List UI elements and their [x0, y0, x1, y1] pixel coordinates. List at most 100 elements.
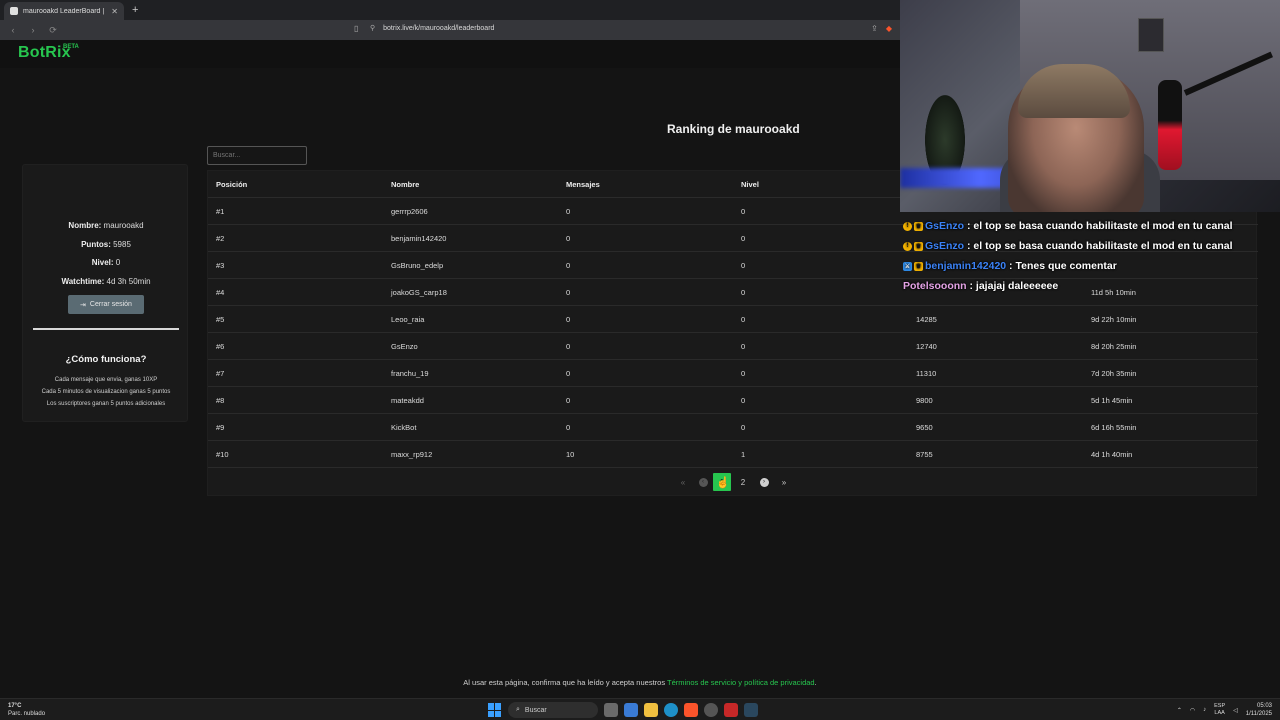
how-line: Cada mensaje que envia, ganas 10XP [54, 377, 158, 383]
webcam-overlay [900, 0, 1280, 212]
column-header-level[interactable]: Nivel [741, 180, 759, 189]
row-level: 0 [741, 396, 746, 405]
beta-badge: BETA [63, 44, 79, 50]
moderator-badge-icon: ⚔ [903, 261, 912, 271]
table-row: #10 maxx_rp912 10 1 8755 4d 1h 40min [208, 441, 1258, 468]
table-row: #6 GsEnzo 0 0 12740 8d 20h 25min [208, 333, 1258, 360]
weather-widget[interactable]: 17°C Parc. nublado [8, 702, 45, 718]
column-header-name[interactable]: Nombre [391, 180, 419, 189]
prev-page-button[interactable]: ‹ [694, 473, 712, 491]
column-header-position[interactable]: Posición [216, 180, 247, 189]
row-messages: 0 [566, 396, 571, 405]
row-name: maxx_rp912 [391, 450, 433, 459]
settings-icon[interactable] [704, 703, 718, 717]
row-position: #7 [216, 369, 225, 378]
next-page-button[interactable]: › [755, 473, 773, 491]
speaker-icon[interactable]: ◁ [1233, 707, 1238, 714]
chat-text: : jajajaj daleeeeee [966, 280, 1059, 292]
chat-username: Potelsooonn [903, 280, 967, 292]
warning-badge-icon: ! [903, 241, 912, 251]
row-position: #1 [216, 207, 225, 216]
chat-message: Potelsooonn : jajajaj daleeeeee [903, 276, 1280, 296]
first-page-button[interactable]: « [674, 473, 692, 491]
system-tray: ⌃ ◠ ♪ ESP LAA ◁ 05:03 1/11/2025 [1177, 702, 1272, 718]
forward-icon[interactable]: › [28, 25, 38, 35]
taskbar-apps: ⌕ Buscar [488, 701, 758, 719]
column-header-messages[interactable]: Mensajes [566, 180, 600, 189]
table-row: #8 mateakdd 0 0 9800 5d 1h 45min [208, 387, 1258, 414]
chat-username: GsEnzo [925, 220, 965, 232]
row-position: #8 [216, 396, 225, 405]
logout-button[interactable]: ⇥ Cerrar sesión [68, 295, 144, 314]
steam-icon[interactable] [744, 703, 758, 717]
row-points: 9650 [916, 423, 933, 432]
footer: Al usar esta página, confirma que ha leí… [0, 678, 1280, 687]
chat-message: ! ♛ GsEnzo : el top se basa cuando habilit… [903, 216, 1280, 236]
row-name: GsEnzo [391, 342, 418, 351]
next-icon: › [759, 477, 769, 487]
row-level: 0 [741, 342, 746, 351]
row-messages: 0 [566, 315, 571, 324]
brave-icon[interactable] [684, 703, 698, 717]
row-position: #5 [216, 315, 225, 324]
brave-shield-icon[interactable]: ◆ [886, 24, 892, 33]
search-input[interactable] [207, 146, 307, 165]
weather-desc: Parc. nublado [8, 711, 46, 717]
taskbar-search[interactable]: ⌕ Buscar [508, 702, 598, 718]
row-messages: 0 [566, 288, 571, 297]
divider [33, 328, 179, 330]
table-row: #9 KickBot 0 0 9650 6d 16h 55min [208, 414, 1258, 441]
close-tab-icon[interactable]: ✕ [111, 7, 118, 16]
row-level: 0 [741, 261, 746, 270]
app-icon[interactable] [724, 703, 738, 717]
row-position: #2 [216, 234, 225, 243]
row-name: Leoo_raia [391, 315, 425, 324]
page-2-button[interactable]: 2 [734, 473, 752, 491]
profile-name-value: maurooakd [103, 221, 144, 230]
file-explorer-icon[interactable] [644, 703, 658, 717]
row-name: GsBruno_edelp [391, 261, 444, 270]
row-messages: 10 [566, 450, 575, 459]
share-icon[interactable]: ⇪ [871, 24, 878, 33]
row-name: mateakdd [391, 396, 424, 405]
clock[interactable]: 05:03 1/11/2025 [1246, 702, 1272, 718]
how-line: Cada 5 minutos de visualizacion ganas 5 … [41, 389, 171, 395]
tab-title: maurooakd LeaderBoard | The b [23, 7, 106, 15]
profile-watchtime: Watchtime: 4d 3h 50min [23, 277, 189, 286]
language-indicator[interactable]: ESP LAA [1214, 703, 1225, 717]
clock-time: 05:03 [1256, 703, 1272, 709]
site-info-icon[interactable]: ⚲ [370, 24, 375, 32]
row-level: 0 [741, 315, 746, 324]
row-position: #6 [216, 342, 225, 351]
row-points: 12740 [916, 342, 937, 351]
wifi-icon[interactable]: ◠ [1190, 707, 1195, 714]
row-watchtime: 5d 1h 45min [1091, 396, 1133, 405]
last-page-button[interactable]: » [775, 473, 793, 491]
row-messages: 0 [566, 207, 571, 216]
address-bar[interactable]: ⚲ botrix.live/k/maurooakd/leaderboard [370, 24, 494, 33]
chat-text: : Tenes que comentar [1006, 260, 1117, 272]
reload-icon[interactable]: ⟳ [48, 25, 58, 36]
browser-actions: ⇪ ◆ [871, 24, 892, 33]
volume-icon[interactable]: ♪ [1203, 707, 1206, 713]
new-tab-button[interactable]: + [132, 4, 138, 16]
edge-icon[interactable] [664, 703, 678, 717]
row-level: 0 [741, 207, 746, 216]
table-row: #5 Leoo_raia 0 0 14285 9d 22h 10min [208, 306, 1258, 333]
browser-tab[interactable]: maurooakd LeaderBoard | The b ✕ [4, 2, 124, 20]
back-icon[interactable]: ‹ [8, 25, 18, 35]
store-icon[interactable] [624, 703, 638, 717]
profile-level-label: Nivel: [91, 258, 114, 267]
terms-link[interactable]: Términos de servicio y política de priva… [667, 678, 815, 687]
profile-watchtime-label: Watchtime: [61, 277, 105, 286]
windows-start-icon[interactable] [488, 703, 502, 717]
crown-badge-icon: ♛ [914, 261, 923, 271]
browser-toolbar: ‹ › ⟳ ▯ ⚲ botrix.live/k/maurooakd/leader… [0, 20, 900, 40]
taskbar: 17°C Parc. nublado ⌕ Buscar ⌃ ◠ ♪ ESP LA [0, 698, 1280, 720]
bookmark-icon[interactable]: ▯ [354, 24, 358, 33]
profile-name: Nombre: maurooakd [23, 221, 189, 230]
row-level: 0 [741, 369, 746, 378]
row-level: 0 [741, 423, 746, 432]
tray-chevron-icon[interactable]: ⌃ [1177, 707, 1182, 714]
task-view-icon[interactable] [604, 703, 618, 717]
